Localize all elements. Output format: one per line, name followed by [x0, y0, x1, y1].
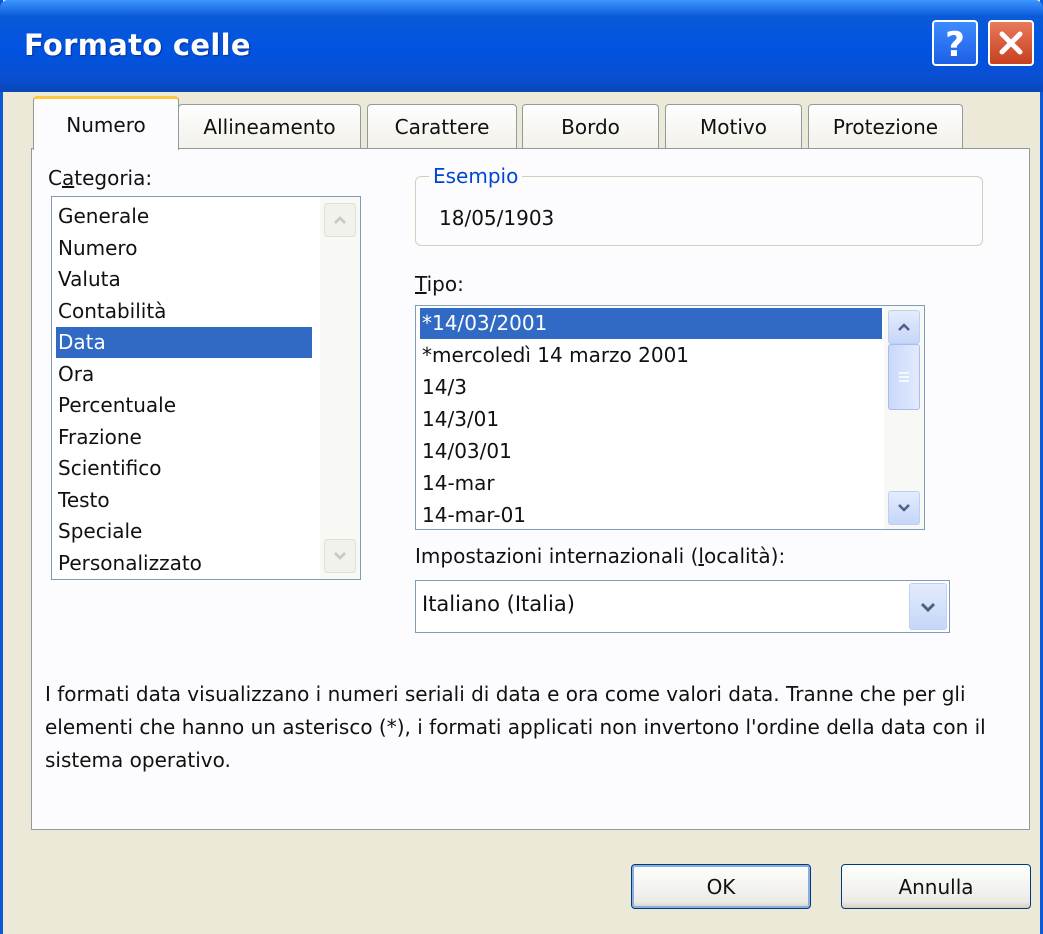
type-scrollbar[interactable]	[884, 306, 924, 529]
chevron-down-icon	[334, 552, 346, 560]
list-item[interactable]: Valuta	[56, 264, 312, 295]
scroll-down-button[interactable]	[324, 539, 356, 573]
locale-dropdown[interactable]: Italiano (Italia)	[415, 580, 950, 633]
list-item[interactable]: Frazione	[56, 422, 312, 453]
scroll-thumb[interactable]	[888, 344, 920, 410]
list-item[interactable]: Contabilità	[56, 296, 312, 327]
close-button[interactable]	[988, 20, 1034, 66]
list-item[interactable]: Generale	[56, 201, 312, 232]
cancel-button[interactable]: Annulla	[841, 864, 1031, 909]
list-item[interactable]: Testo	[56, 485, 312, 516]
scroll-up-button[interactable]	[888, 310, 920, 344]
title-bar[interactable]: Formato celle ?	[0, 0, 1043, 92]
list-item[interactable]: 14-mar	[420, 468, 882, 499]
sample-legend: Esempio	[429, 164, 523, 188]
tab-protezione[interactable]: Protezione	[808, 104, 963, 149]
ok-button[interactable]: OK	[631, 864, 811, 909]
help-icon: ?	[945, 25, 965, 61]
format-description: I formati data visualizzano i numeri ser…	[45, 682, 986, 772]
type-listbox[interactable]: *14/03/2001 *mercoledì 14 marzo 2001 14/3 1…	[415, 305, 925, 530]
locale-dropdown-button[interactable]	[909, 583, 947, 630]
chevron-down-icon	[920, 602, 936, 612]
locale-label: Impostazioni internazionali (località):	[415, 544, 786, 568]
list-item[interactable]: Numero	[56, 233, 312, 264]
list-item[interactable]: *mercoledì 14 marzo 2001	[420, 340, 882, 371]
tab-allineamento[interactable]: Allineamento	[178, 104, 361, 149]
chevron-up-icon	[334, 216, 346, 224]
list-item[interactable]: Percentuale	[56, 390, 312, 421]
tab-bordo[interactable]: Bordo	[522, 104, 659, 149]
list-item[interactable]: 14-mar-01	[420, 500, 882, 529]
tab-motivo[interactable]: Motivo	[665, 104, 802, 149]
locale-value: Italiano (Italia)	[422, 592, 575, 616]
list-item[interactable]: 14/3	[420, 372, 882, 403]
category-scrollbar[interactable]	[320, 197, 360, 579]
chevron-down-icon	[898, 504, 910, 512]
scroll-up-button[interactable]	[324, 203, 356, 237]
scroll-down-button[interactable]	[888, 491, 920, 525]
list-item[interactable]: 14/3/01	[420, 404, 882, 435]
list-item[interactable]: *14/03/2001	[420, 308, 882, 339]
list-item[interactable]: 14/03/01	[420, 436, 882, 467]
list-item[interactable]: Personalizzato	[56, 548, 312, 579]
close-icon	[999, 31, 1023, 55]
category-label: Categoria:	[48, 166, 153, 190]
list-item[interactable]: Data	[56, 327, 312, 358]
list-item[interactable]: Ora	[56, 359, 312, 390]
tab-carattere[interactable]: Carattere	[367, 104, 517, 149]
list-item[interactable]: Speciale	[56, 516, 312, 547]
tab-numero[interactable]: Numero	[33, 96, 179, 150]
category-listbox[interactable]: Generale Numero Valuta Contabilità Data Ora Pe…	[51, 196, 361, 580]
chevron-up-icon	[898, 323, 910, 331]
svg-text:?: ?	[945, 25, 965, 61]
sample-value: 18/05/1903	[439, 206, 555, 230]
type-label: Tipo:	[415, 272, 464, 296]
help-button[interactable]: ?	[932, 20, 978, 66]
window-title: Formato celle	[24, 28, 251, 62]
list-item[interactable]: Scientifico	[56, 453, 312, 484]
grip-icon	[899, 372, 909, 382]
format-cells-dialog: Formato celle ? Numero Allineamento Cara…	[0, 0, 1043, 934]
